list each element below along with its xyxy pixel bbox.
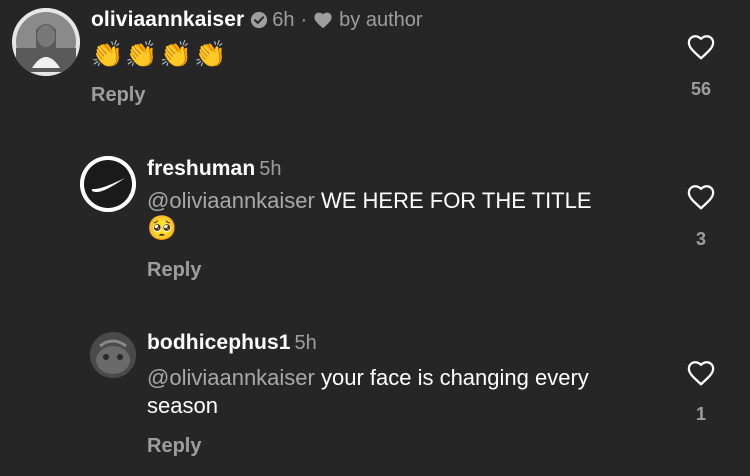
like-count: 3 [695, 229, 706, 249]
avatar-photo [90, 332, 136, 378]
avatar-freshuman[interactable] [80, 156, 136, 212]
avatar-oliviaannkaiser[interactable] [12, 8, 80, 76]
heart-outline-icon[interactable] [686, 359, 716, 387]
comment-meta: freshuman 5h [147, 157, 282, 181]
comment-freshuman: freshuman 5h @oliviaannkaiser WE HERE FO… [0, 140, 750, 300]
avatar-photo [12, 8, 80, 76]
verified-badge-icon [251, 11, 268, 29]
separator-dot: · [300, 8, 308, 31]
timestamp: 5h [294, 331, 317, 354]
heart-outline-icon[interactable] [686, 33, 716, 61]
timestamp: 6h [272, 8, 295, 31]
avatar-logo [80, 156, 136, 212]
heart-filled-icon [314, 12, 332, 29]
clap-emoji: 👏👏👏👏 [91, 39, 229, 69]
comment-text: @oliviaannkaiser WE HERE FOR THE TITLE 🥺 [147, 187, 667, 243]
comment-meta: oliviaannkaiser 6h · by author [91, 8, 423, 32]
heart-outline-icon[interactable] [686, 183, 716, 211]
by-author-label: by author [339, 8, 423, 31]
comment-oliviaannkaiser: oliviaannkaiser 6h · by author 👏👏👏👏 Repl… [0, 0, 750, 125]
reply-button[interactable]: Reply [147, 259, 201, 282]
pleading-face-emoji: 🥺 [147, 215, 177, 242]
avatar-bodhicephus1[interactable] [90, 332, 136, 378]
like-count: 1 [695, 404, 706, 424]
like-count: 56 [690, 79, 712, 99]
comment-bodhicephus1: bodhicephus1 5h @oliviaannkaiser your fa… [0, 318, 750, 476]
comment-body: WE HERE FOR THE TITLE [314, 188, 592, 213]
reply-button[interactable]: Reply [147, 435, 201, 458]
username[interactable]: oliviaannkaiser [91, 8, 244, 32]
comment-text: @oliviaannkaiser your face is changing e… [147, 364, 617, 420]
mention-link[interactable]: @oliviaannkaiser [147, 188, 315, 213]
username[interactable]: bodhicephus1 [147, 331, 291, 355]
comment-text: 👏👏👏👏 [91, 40, 235, 70]
mention-link[interactable]: @oliviaannkaiser [147, 365, 315, 390]
username[interactable]: freshuman [147, 157, 255, 181]
timestamp: 5h [259, 157, 282, 180]
comment-meta: bodhicephus1 5h [147, 331, 317, 355]
reply-button[interactable]: Reply [91, 84, 145, 107]
